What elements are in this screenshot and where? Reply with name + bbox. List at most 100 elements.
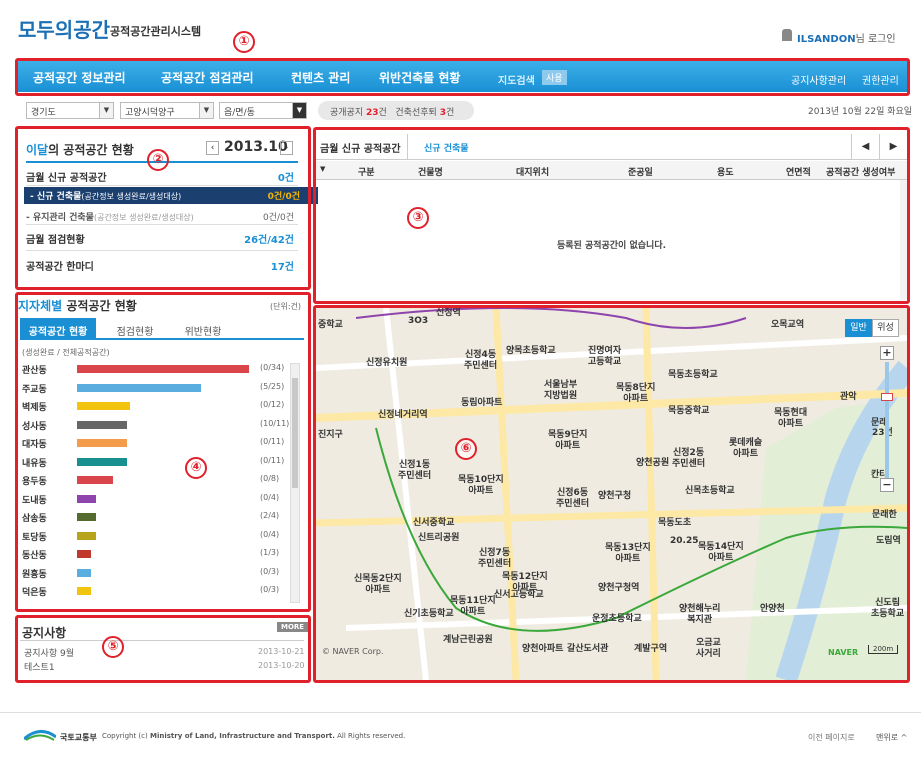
map-place-label[interactable]: 갈산도서관 [567, 644, 608, 655]
district-row[interactable]: 도내동 (0/4) [22, 492, 292, 506]
col-completed[interactable]: 준공일 [628, 165, 653, 178]
map-place-label[interactable]: 목동초등학교 [668, 370, 718, 381]
district-row[interactable]: 대자동 (0/11) [22, 436, 292, 450]
map-place-label[interactable]: 계발구역 [634, 644, 667, 655]
map-place-label[interactable]: 신정1동 주민센터 [398, 460, 431, 482]
col-building[interactable]: 건물명 [418, 165, 443, 178]
district-row[interactable]: 원흥동 (0/3) [22, 566, 292, 580]
map-place-label[interactable]: 계남근린공원 [443, 635, 493, 646]
notice-item[interactable]: 테스트1 [24, 660, 55, 673]
map-place-label[interactable]: 서울남부 지방법원 [544, 380, 577, 402]
map-place-label[interactable]: 신서중학교 [413, 518, 454, 529]
map-place-label[interactable]: 신정유치원 [366, 358, 407, 369]
map-place-label[interactable]: 신도림 초등학교 [871, 598, 904, 620]
district-row[interactable]: 용두동 (0/8) [22, 473, 292, 487]
map-place-label[interactable]: 신정네거리역 [378, 410, 428, 421]
map-place-label[interactable]: 신목초등학교 [685, 486, 735, 497]
map-place-label[interactable]: 동림아파트 [461, 398, 502, 409]
col-location[interactable]: 대지위치 [516, 165, 549, 178]
district-row[interactable]: 벽제동 (0/12) [22, 399, 292, 413]
map-place-label[interactable]: 양천공원 [636, 458, 669, 469]
district-row[interactable]: 내유동 (0/11) [22, 455, 292, 469]
prev-page-link[interactable]: 이전 페이지로 [808, 732, 855, 743]
map-place-label[interactable]: 안양천 [760, 604, 785, 615]
col-type[interactable]: 구분 [358, 165, 375, 178]
zoom-out-button[interactable]: − [880, 478, 894, 492]
notice-item[interactable]: 공지사항 9월 [24, 646, 74, 659]
map-place-label[interactable]: 목동10단지 아파트 [458, 475, 504, 497]
logo[interactable]: 모두의공간 [18, 14, 110, 43]
map-place-label[interactable]: 진명여자 고등학교 [588, 346, 621, 368]
nav-auth-admin[interactable]: 권한관리 [862, 72, 899, 87]
more-button[interactable]: MORE [277, 622, 309, 632]
district-row[interactable]: 성사동 (10/11) [22, 418, 292, 432]
user-login[interactable]: ILSANDON님 로그인 [797, 30, 896, 45]
map-place-label[interactable]: 문래한 [872, 510, 897, 521]
zoom-in-button[interactable]: + [880, 346, 894, 360]
map-place-label[interactable]: 목동8단지 아파트 [616, 383, 655, 405]
map-place-label[interactable]: 신트리공원 [418, 533, 459, 544]
map-place-label[interactable]: 양목초등학교 [506, 346, 556, 357]
tab-space-status[interactable]: 공적공간 현황 [20, 318, 96, 340]
map-place-label[interactable]: 관악 [840, 392, 857, 403]
map-place-label[interactable]: 신기초등학교 [404, 609, 454, 620]
map-satellite-button[interactable]: 위성 [872, 319, 899, 337]
map-place-label[interactable]: 신정7동 주민센터 [478, 548, 511, 570]
nav-contents[interactable]: 컨텐츠 관리 [291, 69, 350, 86]
province-select[interactable]: 경기도 ▼ [26, 102, 114, 119]
map-normal-button[interactable]: 일반 [845, 319, 872, 337]
table-scrollbar[interactable] [900, 180, 907, 300]
district-row[interactable]: 토당동 (0/4) [22, 529, 292, 543]
map-place-label[interactable]: 3O3 [408, 316, 428, 327]
zoom-slider-handle[interactable] [881, 393, 893, 401]
map-place-label[interactable]: 목동9단지 아파트 [548, 430, 587, 452]
map-view[interactable]: 신정역오목교역 중학교신정유치원 신정4동 주민센터 양목초등학교 진명여자 고등학교목… [316, 308, 907, 680]
map-place-label[interactable]: 신정6동 주민센터 [556, 488, 589, 510]
prev-button[interactable]: ◀ [851, 134, 879, 160]
map-place-label[interactable]: 목동14단지 아파트 [698, 542, 744, 564]
nav-map-search[interactable]: 지도검색 [498, 72, 535, 87]
tab-violation-status[interactable]: 위반현황 [170, 318, 236, 340]
district-row[interactable]: 동산동 (1/3) [22, 547, 292, 561]
col-area[interactable]: 연면적 [786, 165, 811, 178]
map-place-label[interactable]: 양천아파트 [522, 644, 563, 655]
district-row[interactable]: 관산동 (0/34) [22, 362, 292, 376]
map-place-label[interactable]: 신서고등학교 [494, 590, 544, 601]
col-created[interactable]: 공적공간 생성여부 [826, 165, 895, 178]
scrollbar-thumb[interactable] [292, 378, 298, 488]
nav-space-info[interactable]: 공적공간 정보관리 [33, 69, 126, 86]
nav-violation[interactable]: 위반건축물 현황 [379, 69, 460, 86]
map-place-label[interactable]: 중학교 [318, 320, 343, 331]
map-place-label[interactable]: 신정2동 주민센터 [672, 448, 705, 470]
map-place-label[interactable]: 양천구청역 [598, 583, 639, 594]
map-place-label[interactable]: 양천해누리 복지관 [679, 604, 720, 626]
prev-month-button[interactable]: ‹ [206, 141, 219, 155]
stat-row-maintain[interactable]: - 유지관리 건축물(공간정보 생성완료/생성대상) 0건/0건 [26, 207, 298, 225]
tab-new-building[interactable]: 신규 건축물 [424, 141, 469, 154]
map-place-label[interactable]: 신정4동 주민센터 [464, 350, 497, 372]
map-place-label[interactable]: 신정역 [436, 308, 461, 319]
map-place-label[interactable]: 운정초등학교 [592, 614, 642, 625]
scrollbar[interactable] [290, 363, 300, 603]
map-place-label[interactable]: 양천구청 [598, 491, 631, 502]
tab-new-space[interactable]: 금월 신규 공적공간 [316, 134, 408, 160]
map-place-label[interactable]: 롯데캐슬 아파트 [729, 438, 762, 460]
district-row[interactable]: 덕은동 (0/3) [22, 584, 292, 598]
zoom-slider[interactable] [885, 362, 889, 478]
next-button[interactable]: ▶ [879, 134, 907, 160]
col-usage[interactable]: 용도 [717, 165, 734, 178]
stat-row-comment[interactable]: 공적공간 한마디 17건 [26, 258, 298, 278]
nav-space-inspection[interactable]: 공적공간 점검관리 [161, 69, 254, 86]
district-row[interactable]: 삼송동 (2/4) [22, 510, 292, 524]
map-place-label[interactable]: 목동13단지 아파트 [605, 543, 651, 565]
next-month-button[interactable]: › [280, 141, 293, 155]
tab-inspection-status[interactable]: 점검현황 [102, 318, 168, 340]
nav-notice-admin[interactable]: 공지사항관리 [791, 72, 846, 87]
map-place-label[interactable]: 신목동2단지 아파트 [354, 574, 402, 596]
map-place-label[interactable]: 도림역 [876, 536, 901, 547]
map-place-label[interactable]: 오금교 사거리 [696, 638, 721, 660]
map-place-label[interactable]: 오목교역 [771, 320, 804, 331]
map-place-label[interactable]: 목동11단지 아파트 [450, 596, 496, 618]
map-place-label[interactable]: 목동현대 아파트 [774, 408, 807, 430]
top-link[interactable]: 맨위로 ^ [876, 732, 907, 743]
